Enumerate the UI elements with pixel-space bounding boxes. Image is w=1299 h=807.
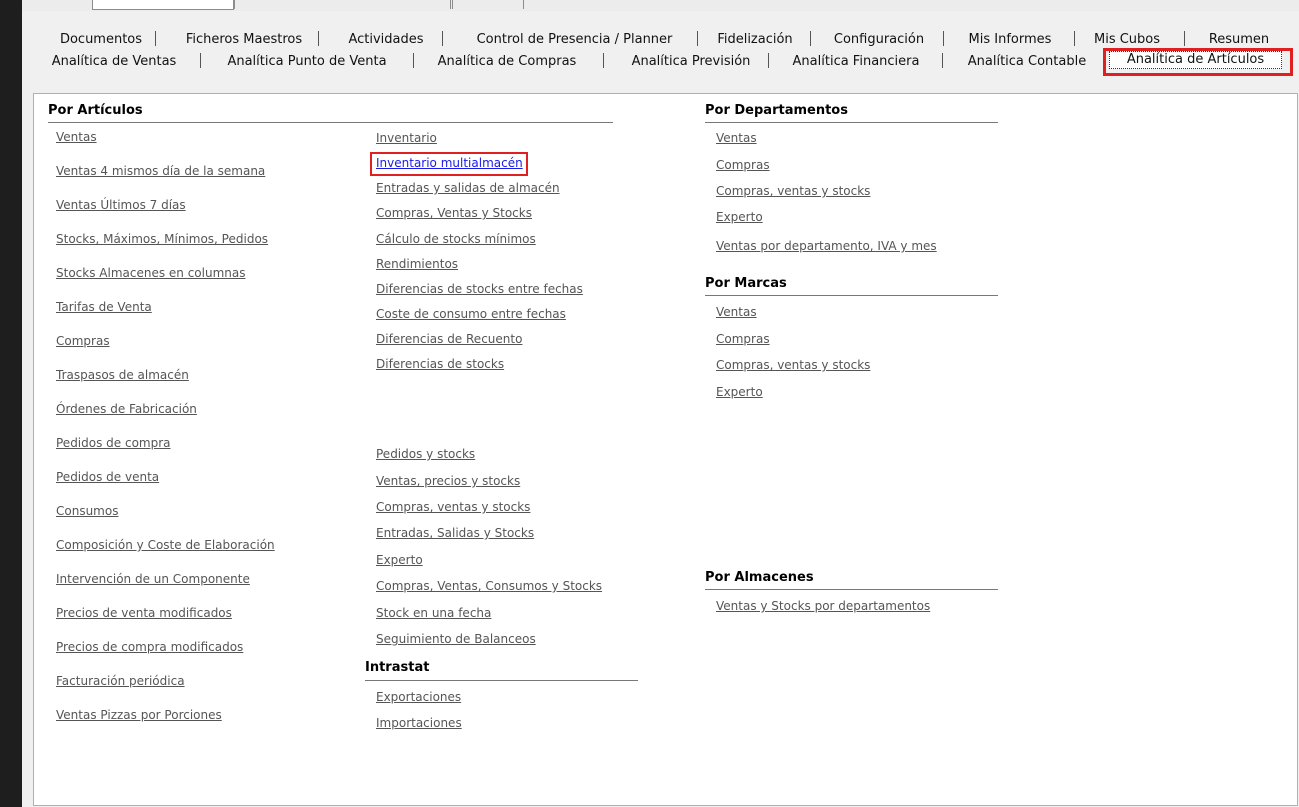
link-importaciones[interactable]: Importaciones <box>376 716 462 730</box>
section-title-por-departamentos: Por Departamentos <box>705 103 848 118</box>
link-seguimiento-balanceos[interactable]: Seguimiento de Balanceos <box>376 632 536 646</box>
analytics-window: Documentos Ficheros Maestros Actividades… <box>22 11 1299 807</box>
link-experto[interactable]: Experto <box>376 553 423 567</box>
link-calculo-stocks-minimos[interactable]: Cálculo de stocks mínimos <box>376 232 536 246</box>
section-title-por-articulos: Por Artículos <box>48 103 143 118</box>
link-tarifas-venta[interactable]: Tarifas de Venta <box>56 300 152 314</box>
link-marcas-experto[interactable]: Experto <box>716 385 763 399</box>
tab-analitica-contable[interactable]: Analítica Contable <box>952 53 1102 71</box>
link-stock-fecha[interactable]: Stock en una fecha <box>376 606 491 620</box>
link-consumos[interactable]: Consumos <box>56 504 118 518</box>
link-dep-compras[interactable]: Compras <box>716 158 770 172</box>
tab-analitica-financiera[interactable]: Analítica Financiera <box>780 53 932 71</box>
link-compras-ventas-stocks[interactable]: Compras, Ventas y Stocks <box>376 206 532 220</box>
section-divider <box>48 122 613 123</box>
link-ordenes-fabricacion[interactable]: Órdenes de Fabricación <box>56 402 197 416</box>
link-entradas-salidas-stocks[interactable]: Entradas, Salidas y Stocks <box>376 526 534 540</box>
section-divider <box>705 589 998 590</box>
link-intervencion-componente[interactable]: Intervención de un Componente <box>56 572 250 586</box>
tab-separator <box>697 31 698 46</box>
link-stocks-almacenes[interactable]: Stocks Almacenes en columnas <box>56 266 245 280</box>
selected-link-highlight <box>370 152 528 176</box>
tab-separator <box>943 31 944 46</box>
link-ventas-precios-stocks[interactable]: Ventas, precios y stocks <box>376 474 520 488</box>
tab-separator <box>942 53 943 68</box>
tab-separator <box>603 53 604 68</box>
tab-resumen[interactable]: Resumen <box>1194 31 1284 49</box>
link-facturacion-periodica[interactable]: Facturación periódica <box>56 674 185 688</box>
tab-analitica-ventas[interactable]: Analítica de Ventas <box>40 53 188 71</box>
link-compras-ventas-stocks-2[interactable]: Compras, ventas y stocks <box>376 500 530 514</box>
section-title-intrastat: Intrastat <box>365 660 430 675</box>
link-ventas-ultimos-7[interactable]: Ventas Últimos 7 días <box>56 198 186 212</box>
link-ventas[interactable]: Ventas <box>56 130 97 144</box>
link-compras[interactable]: Compras <box>56 334 110 348</box>
link-rendimientos[interactable]: Rendimientos <box>376 257 458 271</box>
tab-analitica-punto-venta[interactable]: Analítica Punto de Venta <box>212 53 402 71</box>
section-title-por-almacenes: Por Almacenes <box>705 570 814 585</box>
tab-ficheros-maestros[interactable]: Ficheros Maestros <box>168 31 320 49</box>
link-pedidos-compra[interactable]: Pedidos de compra <box>56 436 171 450</box>
tab-separator <box>200 53 201 68</box>
link-precios-venta-mod[interactable]: Precios de venta modificados <box>56 606 232 620</box>
link-marcas-compras[interactable]: Compras <box>716 332 770 346</box>
link-ventas-pizzas[interactable]: Ventas Pizzas por Porciones <box>56 708 222 722</box>
tab-analitica-articulos[interactable]: Analítica de Artículos <box>1109 51 1282 69</box>
link-almacenes-ventas-stocks[interactable]: Ventas y Stocks por departamentos <box>716 599 930 613</box>
link-coste-consumo-fechas[interactable]: Coste de consumo entre fechas <box>376 307 566 321</box>
link-dep-ventas[interactable]: Ventas <box>716 131 757 145</box>
link-pedidos-venta[interactable]: Pedidos de venta <box>56 470 159 484</box>
link-diferencias-recuento[interactable]: Diferencias de Recuento <box>376 332 522 346</box>
link-stocks-maximos[interactable]: Stocks, Máximos, Mínimos, Pedidos <box>56 232 268 246</box>
tab-mis-informes[interactable]: Mis Informes <box>952 31 1068 49</box>
tab-documentos[interactable]: Documentos <box>44 31 158 49</box>
section-divider <box>705 122 998 123</box>
link-precios-compra-mod[interactable]: Precios de compra modificados <box>56 640 243 654</box>
link-entradas-salidas[interactable]: Entradas y salidas de almacén <box>376 181 560 195</box>
link-dep-ventas-iva-mes[interactable]: Ventas por departamento, IVA y mes <box>716 239 937 253</box>
tab-analitica-compras[interactable]: Analítica de Compras <box>422 53 592 71</box>
link-exportaciones[interactable]: Exportaciones <box>376 690 461 704</box>
link-ventas-4-mismos[interactable]: Ventas 4 mismos día de la semana <box>56 164 265 178</box>
tab-fidelizacion[interactable]: Fidelización <box>700 31 810 49</box>
section-divider <box>365 680 638 681</box>
link-traspasos[interactable]: Traspasos de almacén <box>56 368 189 382</box>
tab-mis-cubos[interactable]: Mis Cubos <box>1084 31 1170 49</box>
section-title-por-marcas: Por Marcas <box>705 276 787 291</box>
tab-separator <box>1184 31 1185 46</box>
tab-separator <box>318 31 319 46</box>
top-tab-strip <box>22 0 1299 11</box>
link-composicion-coste[interactable]: Composición y Coste de Elaboración <box>56 538 275 552</box>
link-diferencias-stocks[interactable]: Diferencias de stocks <box>376 357 504 371</box>
link-marcas-compras-ventas-stocks[interactable]: Compras, ventas y stocks <box>716 358 870 372</box>
tab-control-presencia[interactable]: Control de Presencia / Planner <box>452 31 697 49</box>
top-tab-2[interactable] <box>234 0 451 9</box>
link-inventario[interactable]: Inventario <box>376 131 437 145</box>
tab-separator <box>1074 31 1075 46</box>
top-tab-3[interactable] <box>452 0 524 9</box>
tab-separator <box>810 31 811 46</box>
link-compras-ventas-consumos[interactable]: Compras, Ventas, Consumos y Stocks <box>376 579 602 593</box>
section-divider <box>705 295 998 296</box>
link-dep-experto[interactable]: Experto <box>716 210 763 224</box>
content-panel: Por Artículos Ventas Ventas 4 mismos día… <box>33 93 1298 806</box>
tab-estadistica-analitica[interactable] <box>92 0 234 10</box>
link-diferencias-stocks-fechas[interactable]: Diferencias de stocks entre fechas <box>376 282 583 296</box>
link-marcas-ventas[interactable]: Ventas <box>716 305 757 319</box>
tab-analitica-prevision[interactable]: Analítica Previsión <box>616 53 766 71</box>
link-pedidos-stocks[interactable]: Pedidos y stocks <box>376 447 475 461</box>
tab-separator <box>413 53 414 68</box>
tab-actividades[interactable]: Actividades <box>330 31 442 49</box>
tab-separator <box>768 53 769 68</box>
tab-configuracion[interactable]: Configuración <box>816 31 942 49</box>
tab-separator <box>442 31 443 46</box>
link-dep-compras-ventas-stocks[interactable]: Compras, ventas y stocks <box>716 184 870 198</box>
tab-separator <box>155 31 156 46</box>
